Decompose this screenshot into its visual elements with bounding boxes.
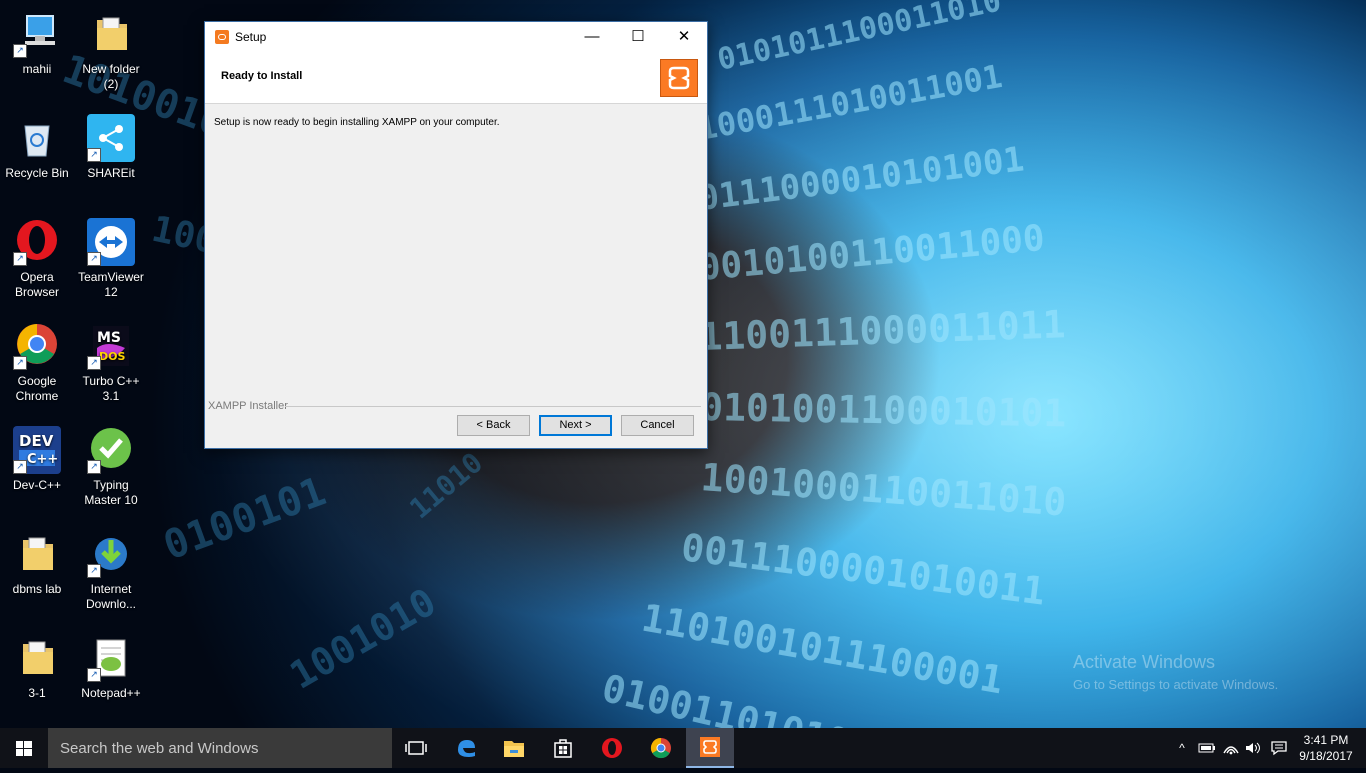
xampp-icon xyxy=(215,30,229,44)
svg-text:DOS: DOS xyxy=(99,350,125,363)
desktop-icon-recycle-bin[interactable]: Recycle Bin xyxy=(0,114,74,181)
store-icon[interactable] xyxy=(539,728,587,768)
xampp-taskbar-icon[interactable] xyxy=(686,728,734,768)
desktop-icon-mahii[interactable]: ↗ mahii xyxy=(0,10,74,77)
xampp-logo-icon xyxy=(660,59,698,97)
battery-icon[interactable] xyxy=(1196,728,1218,768)
setup-window: Setup — ☐ ✕ Ready to Install Setup is no… xyxy=(204,21,708,449)
desktop-icon-label: Notepad++ xyxy=(81,686,141,700)
dev-cpp-icon: DEV C++ ↗ xyxy=(13,426,61,474)
search-placeholder: Search the web and Windows xyxy=(60,740,259,757)
divider xyxy=(285,406,701,407)
desktop-icon-label: Turbo C++ 3.1 xyxy=(82,374,140,403)
chrome-icon: ↗ xyxy=(13,322,61,370)
system-clock[interactable]: 3:41 PM 9/18/2017 xyxy=(1294,732,1358,764)
desktop-icon-label: Opera Browser xyxy=(14,270,59,299)
folder-icon xyxy=(87,10,135,58)
window-titlebar[interactable]: Setup — ☐ ✕ xyxy=(205,22,707,52)
desktop-icon-label: Typing Master 10 xyxy=(84,478,138,507)
edge-icon[interactable] xyxy=(442,728,490,768)
svg-text:MS: MS xyxy=(97,330,121,346)
shortcut-arrow-icon: ↗ xyxy=(87,148,101,162)
install-message: Setup is now ready to begin installing X… xyxy=(214,117,500,128)
desktop-icon-label: mahii xyxy=(22,62,52,76)
chevron-up-icon[interactable]: ^ xyxy=(1172,728,1192,768)
volume-icon[interactable] xyxy=(1242,728,1264,768)
desktop-icon-label: Google Chrome xyxy=(15,374,59,403)
desktop-icon-dbms-lab[interactable]: dbms lab xyxy=(0,530,74,597)
folder-icon xyxy=(13,530,61,578)
clock-date: 9/18/2017 xyxy=(1299,749,1353,763)
shareit-icon: ↗ xyxy=(87,114,135,162)
desktop-icon-dev-cpp[interactable]: DEV C++ ↗ Dev-C++ xyxy=(0,426,74,493)
desktop-icon-notepad-plus-plus[interactable]: ↗ Notepad++ xyxy=(74,634,148,701)
shortcut-arrow-icon: ↗ xyxy=(87,668,101,682)
desktop-icon-new-folder-2[interactable]: New folder (2) xyxy=(74,10,148,92)
shortcut-arrow-icon: ↗ xyxy=(13,460,27,474)
opera-icon: ↗ xyxy=(13,218,61,266)
recycle-bin-icon xyxy=(13,114,61,162)
search-box[interactable]: Search the web and Windows xyxy=(48,728,392,768)
taskbar: Search the web and Windows ^ 3:41 PM 9/1… xyxy=(0,728,1366,768)
svg-text:0101001100010101: 0101001100010101 xyxy=(700,385,1067,435)
desktop-icon-label: Recycle Bin xyxy=(5,166,69,180)
action-center-icon[interactable] xyxy=(1266,728,1292,768)
activate-title: Activate Windows xyxy=(1073,652,1216,672)
desktop-icon-label: New folder (2) xyxy=(82,62,140,91)
desktop-icon-3-1[interactable]: 3-1 xyxy=(0,634,74,701)
wizard-header: Ready to Install xyxy=(205,52,707,104)
computer-icon: ↗ xyxy=(13,10,61,58)
desktop-icon-shareit[interactable]: ↗ SHAREit xyxy=(74,114,148,181)
svg-text:C++: C++ xyxy=(27,452,58,467)
desktop-icon-label: 3-1 xyxy=(28,686,46,700)
file-explorer-icon[interactable] xyxy=(490,728,538,768)
task-view-icon[interactable] xyxy=(392,728,440,768)
maximize-button[interactable]: ☐ xyxy=(615,22,661,52)
minimize-button[interactable]: — xyxy=(569,22,615,52)
notepad-plus-plus-icon: ↗ xyxy=(87,634,135,682)
desktop-icon-label: Dev-C++ xyxy=(12,478,62,492)
back-button[interactable]: < Back xyxy=(457,415,530,436)
shortcut-arrow-icon: ↗ xyxy=(87,356,101,370)
shortcut-arrow-icon: ↗ xyxy=(13,252,27,266)
start-button[interactable] xyxy=(0,728,48,768)
desktop-icon-typing-master[interactable]: ↗ Typing Master 10 xyxy=(74,426,148,508)
opera-icon[interactable] xyxy=(588,728,636,768)
activate-windows-watermark: Activate Windows Go to Settings to activ… xyxy=(1073,652,1278,692)
desktop-icon-teamviewer[interactable]: ↗ TeamViewer 12 xyxy=(74,218,148,300)
activate-subtitle: Go to Settings to activate Windows. xyxy=(1073,677,1279,692)
close-button[interactable]: ✕ xyxy=(661,22,707,52)
desktop-icon-label: Internet Downlo... xyxy=(85,582,137,611)
windows-logo-icon xyxy=(16,741,32,756)
internet-download-manager-icon: ↗ xyxy=(87,530,135,578)
turbo-cpp-icon: MS DOS ↗ xyxy=(87,322,135,370)
desktop-icon-label: dbms lab xyxy=(12,582,62,596)
shortcut-arrow-icon: ↗ xyxy=(13,356,27,370)
page-title: Ready to Install xyxy=(221,70,303,82)
shortcut-arrow-icon: ↗ xyxy=(87,252,101,266)
shortcut-arrow-icon: ↗ xyxy=(87,460,101,474)
shortcut-arrow-icon: ↗ xyxy=(87,564,101,578)
clock-time: 3:41 PM xyxy=(1303,733,1349,747)
desktop-icon-turbo-cpp[interactable]: MS DOS ↗ Turbo C++ 3.1 xyxy=(74,322,148,404)
folder-icon xyxy=(13,634,61,682)
cancel-button[interactable]: Cancel xyxy=(621,415,694,436)
typing-master-icon: ↗ xyxy=(87,426,135,474)
shortcut-arrow-icon: ↗ xyxy=(13,44,27,58)
desktop-icon-opera[interactable]: ↗ Opera Browser xyxy=(0,218,74,300)
chrome-icon[interactable] xyxy=(637,728,685,768)
desktop-icon-chrome[interactable]: ↗ Google Chrome xyxy=(0,322,74,404)
next-button[interactable]: Next > xyxy=(539,415,612,436)
desktop-icon-label: TeamViewer 12 xyxy=(78,270,144,299)
wifi-icon[interactable] xyxy=(1220,728,1242,768)
svg-text:DEV: DEV xyxy=(19,432,54,450)
desktop-icon-label: SHAREit xyxy=(87,166,135,180)
desktop-icon-internet-download-manager[interactable]: ↗ Internet Downlo... xyxy=(74,530,148,612)
teamviewer-icon: ↗ xyxy=(87,218,135,266)
installer-group-label: XAMPP Installer xyxy=(208,400,288,412)
window-title: Setup xyxy=(235,30,267,44)
